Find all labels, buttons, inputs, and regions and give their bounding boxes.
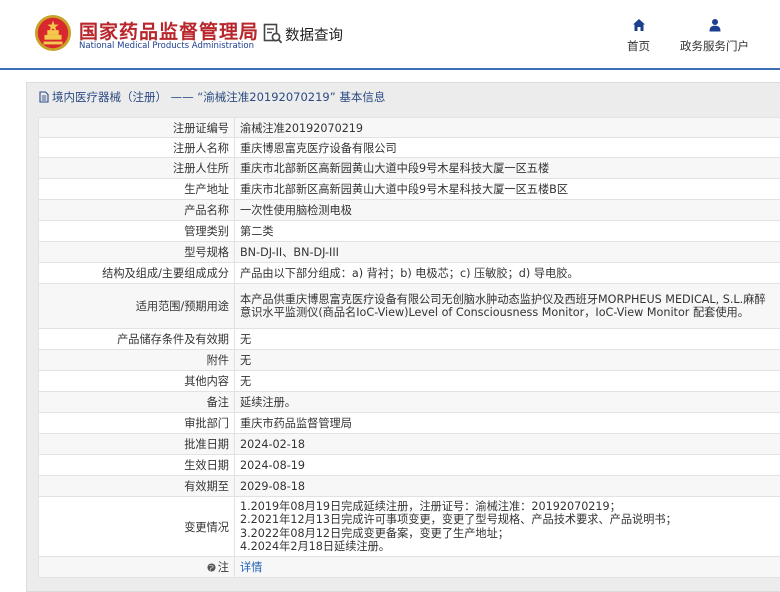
row-label: 有效期至 <box>38 475 235 497</box>
note-label-cell: 注 <box>38 556 235 578</box>
note-value: 详情 <box>234 556 780 578</box>
row-value: BN-DJ-II、BN-DJ-III <box>234 241 780 263</box>
row-value: 本产品供重庆博恩富克医疗设备有限公司无创脑水肿动态监护仪及西班牙MORPHEUS… <box>234 283 780 329</box>
row-value: 重庆市药品监督管理局 <box>234 412 780 434</box>
change-line: 4.2024年2月18日延续注册。 <box>240 540 390 553</box>
row-label: 其他内容 <box>38 370 235 392</box>
table-row: 有效期至 2029-08-18 <box>38 475 780 497</box>
table-row-note: 注 详情 <box>38 556 780 578</box>
nav-home[interactable]: 首页 <box>627 18 650 54</box>
row-value: 2029-08-18 <box>234 475 780 497</box>
globe-icon <box>207 562 216 572</box>
table-row: 产品名称 一次性使用脑检测电极 <box>38 199 780 221</box>
change-line: 3.2022年08月12日完成变更备案，变更了生产地址； <box>240 526 509 540</box>
row-value: 延续注册。 <box>234 391 780 413</box>
row-label: 备注 <box>38 391 235 413</box>
nav-portal-label: 政务服务门户 <box>680 39 749 53</box>
row-value: 无 <box>234 328 780 350</box>
brand-title-cn[interactable]: 国家药品监督管理局 <box>79 17 259 44</box>
row-value: 2024-08-19 <box>234 454 780 476</box>
site-header: 国家药品监督管理局 National Medical Products Admi… <box>0 0 780 70</box>
table-row: 其他内容 无 <box>38 370 780 392</box>
row-label: 产品名称 <box>38 199 235 221</box>
row-label: 生产地址 <box>38 178 235 200</box>
table-row: 审批部门 重庆市药品监督管理局 <box>38 412 780 434</box>
table-row: 型号规格 BN-DJ-II、BN-DJ-III <box>38 241 780 263</box>
row-value: 重庆博恩富克医疗设备有限公司 <box>234 137 780 158</box>
table-row: 适用范围/预期用途 本产品供重庆博恩富克医疗设备有限公司无创脑水肿动态监护仪及西… <box>38 283 780 329</box>
change-line: 2.2021年12月13日完成许可事项变更，变更了型号规格、产品技术要求、产品说… <box>240 513 677 526</box>
row-label: 生效日期 <box>38 454 235 476</box>
change-line: 1.2019年08月19日完成延续注册，注册证号：渝械注准：2019207021… <box>240 499 621 513</box>
table-row: 生产地址 重庆市北部新区高新园黄山大道中段9号木星科技大厦一区五楼B区 <box>38 178 780 200</box>
nav-service-portal[interactable]: 政务服务门户 <box>680 18 749 54</box>
breadcrumb-text: 境内医疗器械（注册） —— “渝械注准20192070219” 基本信息 <box>52 90 386 104</box>
table-row: 生效日期 2024-08-19 <box>38 454 780 476</box>
note-label: 注 <box>207 559 229 575</box>
table-row: 管理类别 第二类 <box>38 220 780 242</box>
user-icon <box>709 19 720 32</box>
row-value: 产品由以下部分组成：a) 背衬；b) 电极芯；c) 压敏胶；d) 导电胶。 <box>234 262 780 284</box>
row-label: 结构及组成/主要组成成分 <box>38 262 235 284</box>
document-icon <box>39 91 49 103</box>
row-value: 渝械注准20192070219 <box>234 117 780 138</box>
data-query-link[interactable]: 数据查询 <box>263 22 343 46</box>
table-row: 批准日期 2024-02-18 <box>38 433 780 455</box>
row-value: 一次性使用脑检测电极 <box>234 199 780 221</box>
details-link[interactable]: 详情 <box>240 561 262 574</box>
row-label: 变更情况 <box>38 496 235 557</box>
info-table: 注册证编号 渝械注准20192070219 注册人名称 重庆博恩富克医疗设备有限… <box>38 117 780 578</box>
table-row: 备注 延续注册。 <box>38 391 780 413</box>
row-label: 审批部门 <box>38 412 235 434</box>
change-history-value: 1.2019年08月19日完成延续注册，注册证号：渝械注准：2019207021… <box>234 496 780 557</box>
row-label: 产品储存条件及有效期 <box>38 328 235 350</box>
home-icon <box>632 19 645 31</box>
detail-panel: 境内医疗器械（注册） —— “渝械注准20192070219” 基本信息 注册证… <box>26 82 780 592</box>
row-label: 管理类别 <box>38 220 235 242</box>
breadcrumb: 境内医疗器械（注册） —— “渝械注准20192070219” 基本信息 <box>38 89 385 105</box>
row-label: 适用范围/预期用途 <box>38 283 235 329</box>
note-label-text: 注 <box>217 561 229 574</box>
row-label: 型号规格 <box>38 241 235 263</box>
data-query-label: 数据查询 <box>285 27 343 44</box>
row-value: 无 <box>234 370 780 392</box>
row-label: 批准日期 <box>38 433 235 455</box>
table-row: 注册人住所 重庆市北部新区高新园黄山大道中段9号木星科技大厦一区五楼 <box>38 157 780 179</box>
data-query-icon <box>263 23 283 44</box>
nav-home-label: 首页 <box>627 39 650 53</box>
row-value: 重庆市北部新区高新园黄山大道中段9号木星科技大厦一区五楼 <box>234 157 780 179</box>
row-value: 无 <box>234 349 780 371</box>
table-row: 附件 无 <box>38 349 780 371</box>
row-label: 附件 <box>38 349 235 371</box>
table-row: 结构及组成/主要组成成分 产品由以下部分组成：a) 背衬；b) 电极芯；c) 压… <box>38 262 780 284</box>
row-value: 2024-02-18 <box>234 433 780 455</box>
row-label: 注册证编号 <box>38 117 235 138</box>
row-value: 第二类 <box>234 220 780 242</box>
table-row-change-history: 变更情况 1.2019年08月19日完成延续注册，注册证号：渝械注准：20192… <box>38 496 780 557</box>
row-label: 注册人住所 <box>38 157 235 179</box>
row-value: 重庆市北部新区高新园黄山大道中段9号木星科技大厦一区五楼B区 <box>234 178 780 200</box>
table-row: 产品储存条件及有效期 无 <box>38 328 780 350</box>
brand-title-en[interactable]: National Medical Products Administration <box>79 41 254 51</box>
table-row: 注册证编号 渝械注准20192070219 <box>38 117 780 138</box>
table-row: 注册人名称 重庆博恩富克医疗设备有限公司 <box>38 137 780 158</box>
national-emblem-icon[interactable] <box>34 14 72 52</box>
row-label: 注册人名称 <box>38 137 235 158</box>
